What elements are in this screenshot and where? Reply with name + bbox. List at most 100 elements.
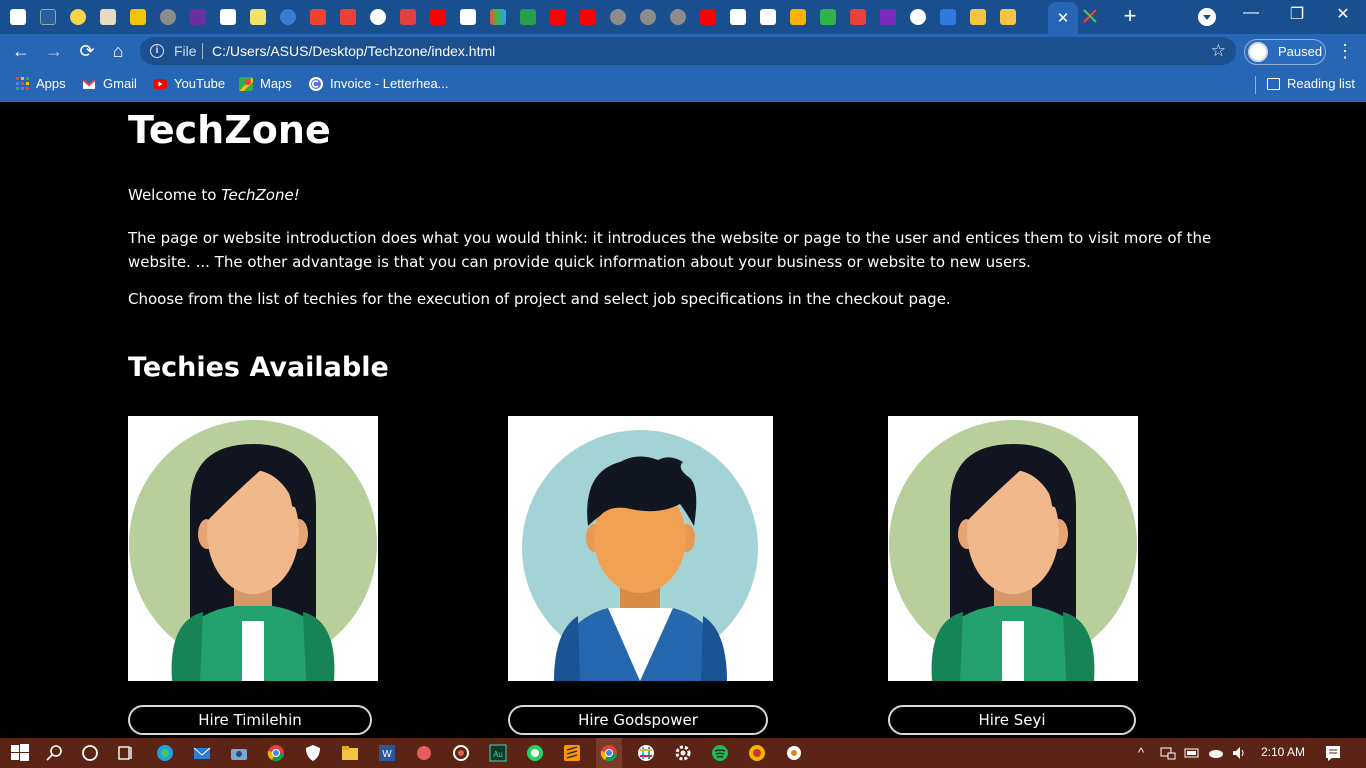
youtube-icon [153,78,167,89]
hire-seyi-button[interactable]: Hire Seyi [888,705,1136,735]
new-tab-button[interactable]: + [1118,4,1142,28]
mail-icon[interactable] [193,744,211,762]
tab-strip: ✕ + — ❐ ✕ [0,0,1366,34]
tab-favicon[interactable] [846,5,870,29]
tab-favicon[interactable] [516,5,540,29]
minimize-button[interactable]: — [1236,4,1266,22]
gmail-tab-icon[interactable] [306,5,330,29]
youtube-tab-icon[interactable] [696,5,720,29]
forward-button[interactable]: → [42,39,66,63]
tab-favicon[interactable] [936,5,960,29]
tab-favicon[interactable] [6,5,30,29]
clock[interactable]: 2:10 AM [1261,745,1305,759]
browser-menu-button[interactable]: ⋮ [1336,39,1354,63]
reading-list-button[interactable]: Reading list [1267,76,1355,91]
tab-favicon[interactable] [246,5,270,29]
onedrive-cloud-icon[interactable] [1208,744,1224,762]
bookmark-star-icon[interactable]: ☆ [1211,41,1226,61]
app-icon[interactable] [785,744,803,762]
app-icon[interactable] [748,744,766,762]
male-avatar [508,416,773,681]
whatsapp-icon[interactable] [526,744,544,762]
search-icon[interactable] [46,744,64,762]
hire-timilehin-button[interactable]: Hire Timilehin [128,705,372,735]
tab-search-icon[interactable] [1198,8,1216,26]
battery-icon[interactable] [1184,744,1200,762]
image-tab-icon[interactable] [966,5,990,29]
tab-favicon[interactable] [396,5,420,29]
tab-favicon[interactable] [126,5,150,29]
bookmark-apps[interactable]: Apps [16,76,66,91]
notification-center-icon[interactable] [1324,744,1342,762]
settings-gear-icon[interactable] [674,744,692,762]
tab-favicon[interactable] [816,5,840,29]
youtube-tab-icon[interactable] [426,5,450,29]
audition-icon[interactable]: Au [489,744,507,762]
tab-favicon[interactable] [486,5,510,29]
hire-godspower-button[interactable]: Hire Godspower [508,705,768,735]
browser-toolbar: ← → ⟳ ⌂ i File C:/Users/ASUS/Desktop/Tec… [0,34,1366,68]
tab-favicon[interactable] [156,5,180,29]
bookmark-gmail[interactable]: Gmail [82,76,137,91]
info-icon[interactable]: i [150,44,164,58]
welcome-text: Welcome to TechZone! [128,186,300,204]
url-text[interactable]: C:/Users/ASUS/Desktop/Techzone/index.htm… [212,43,495,59]
globe-tab-icon[interactable] [636,5,660,29]
tab-favicon[interactable] [1082,8,1098,24]
spotify-icon[interactable] [711,744,729,762]
tab-favicon[interactable] [456,5,480,29]
file-explorer-icon[interactable] [341,744,359,762]
tab-favicon[interactable] [66,5,90,29]
task-view-icon[interactable] [116,744,134,762]
tab-favicon[interactable] [786,5,810,29]
slack-icon[interactable] [637,744,655,762]
image-tab-icon[interactable] [996,5,1020,29]
windows-start-icon[interactable] [11,744,29,762]
profile-button[interactable]: Paused [1244,39,1326,65]
bookmark-label: Invoice - Letterhea... [330,76,449,91]
tab-favicon[interactable] [96,5,120,29]
google-tab-icon[interactable] [906,5,930,29]
media-player-icon[interactable] [452,744,470,762]
google-tab-icon[interactable] [366,5,390,29]
tab-favicon[interactable] [876,5,900,29]
active-tab[interactable]: ✕ [1048,2,1078,34]
gmail-tab-icon[interactable] [336,5,360,29]
tab-favicon[interactable] [276,5,300,29]
bookmark-maps[interactable]: Maps [239,76,292,91]
close-tab-icon[interactable]: ✕ [1057,9,1070,27]
home-button[interactable]: ⌂ [106,39,130,63]
back-button[interactable]: ← [9,39,33,63]
tab-favicon[interactable] [216,5,240,29]
welcome-prefix: Welcome to [128,186,222,204]
globe-tab-icon[interactable] [606,5,630,29]
volume-icon[interactable] [1231,744,1247,762]
close-window-button[interactable]: ✕ [1328,4,1358,24]
bookmark-youtube[interactable]: YouTube [153,76,225,91]
bookmark-invoice[interactable]: Invoice - Letterhea... [309,76,449,91]
tab-favicon[interactable] [756,5,780,29]
camera-icon[interactable] [230,744,248,762]
sublime-icon[interactable] [563,744,581,762]
youtube-tab-icon[interactable] [546,5,570,29]
chrome-icon[interactable] [267,744,285,762]
globe-tab-icon[interactable] [666,5,690,29]
word-icon[interactable]: W [378,744,396,762]
bookmark-label: Apps [36,76,66,91]
restore-button[interactable]: ❐ [1282,4,1312,24]
tab-favicon[interactable] [36,5,60,29]
edge-icon[interactable] [156,744,174,762]
app-icon[interactable] [415,744,433,762]
network-icon[interactable] [1160,744,1176,762]
bookmark-label: YouTube [174,76,226,91]
cortana-icon[interactable] [81,744,99,762]
chrome-active-icon[interactable] [600,744,618,762]
security-shield-icon[interactable] [304,744,322,762]
youtube-tab-icon[interactable] [576,5,600,29]
female-avatar [128,416,378,681]
tab-favicon[interactable] [726,5,750,29]
address-bar[interactable]: i File C:/Users/ASUS/Desktop/Techzone/in… [140,37,1236,65]
show-hidden-icons-icon[interactable]: ^ [1138,745,1144,760]
reload-button[interactable]: ⟳ [75,39,99,63]
tab-favicon[interactable] [186,5,210,29]
